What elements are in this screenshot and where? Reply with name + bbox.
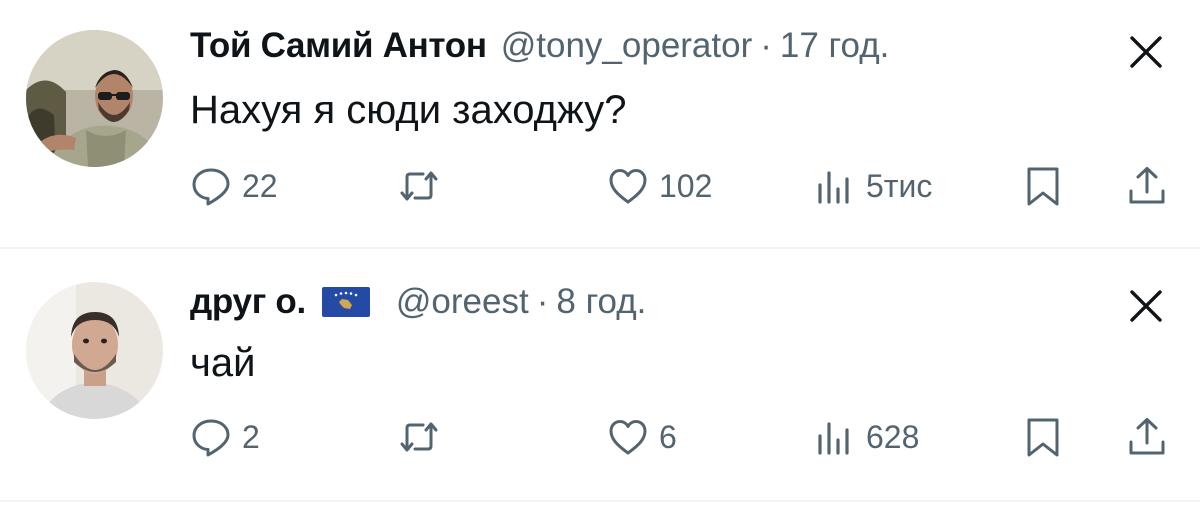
views-count: 628: [866, 418, 920, 455]
like-button[interactable]: 102: [607, 164, 712, 208]
author-handle[interactable]: @oreest: [396, 282, 529, 322]
retweet-icon: [400, 422, 438, 452]
share-icon: [1129, 418, 1165, 455]
retweet-button[interactable]: [398, 415, 450, 459]
avatar[interactable]: [26, 30, 163, 167]
bookmark-icon: [1027, 167, 1059, 206]
views-button[interactable]: 628: [814, 415, 919, 459]
share-button[interactable]: [1126, 164, 1168, 208]
tweet-header: друг о. @oreest · 8 год.: [190, 282, 646, 322]
reply-icon: [192, 419, 230, 457]
avatar[interactable]: [26, 282, 163, 419]
like-icon: [609, 169, 647, 204]
author-handle[interactable]: @tony_operator: [501, 26, 753, 66]
tweet-actions: 22 102 5тис: [0, 164, 1200, 208]
meta-separator: ·: [760, 26, 772, 65]
tweet-text: Нахуя я сюди заходжу?: [190, 88, 627, 132]
avatar-image: [26, 282, 163, 419]
bookmark-button[interactable]: [1022, 164, 1064, 208]
close-icon[interactable]: [1124, 30, 1168, 74]
bookmark-icon: [1027, 418, 1059, 457]
retweet-icon: [400, 171, 438, 201]
divider: [0, 500, 1200, 502]
reply-icon: [192, 168, 230, 206]
meta-separator: ·: [536, 282, 549, 321]
tweet[interactable]: друг о. @oreest · 8 год. чай 2 6 628: [0, 249, 1200, 500]
share-button[interactable]: [1126, 415, 1168, 459]
close-icon[interactable]: [1124, 284, 1168, 328]
kosovo-flag: [321, 287, 370, 317]
tweet-text: чай: [190, 341, 256, 385]
share-icon: [1129, 167, 1165, 204]
views-count: 5тис: [866, 167, 933, 204]
retweet-button[interactable]: [398, 164, 450, 208]
like-button[interactable]: 6: [607, 415, 677, 459]
author-name[interactable]: Той Самий Антон: [190, 26, 487, 66]
like-count: 6: [659, 418, 677, 455]
reply-count: 2: [242, 418, 260, 455]
like-icon: [609, 420, 647, 455]
views-icon: [818, 422, 849, 455]
tweet[interactable]: Той Самий Антон @tony_operator · 17 год.…: [0, 0, 1200, 247]
avatar-image: [26, 30, 163, 167]
tweet-header: Той Самий Антон @tony_operator · 17 год.: [190, 26, 889, 66]
tweet-time[interactable]: 8 год.: [556, 282, 646, 322]
reply-button[interactable]: 22: [190, 164, 278, 208]
tweet-time[interactable]: 17 год.: [780, 26, 890, 66]
author-name[interactable]: друг о.: [190, 282, 306, 322]
views-icon: [818, 171, 849, 204]
views-button[interactable]: 5тис: [814, 164, 932, 208]
bookmark-button[interactable]: [1022, 415, 1064, 459]
like-count: 102: [659, 167, 713, 204]
tweet-actions: 2 6 628: [0, 415, 1200, 459]
reply-count: 22: [242, 167, 278, 204]
reply-button[interactable]: 2: [190, 415, 260, 459]
